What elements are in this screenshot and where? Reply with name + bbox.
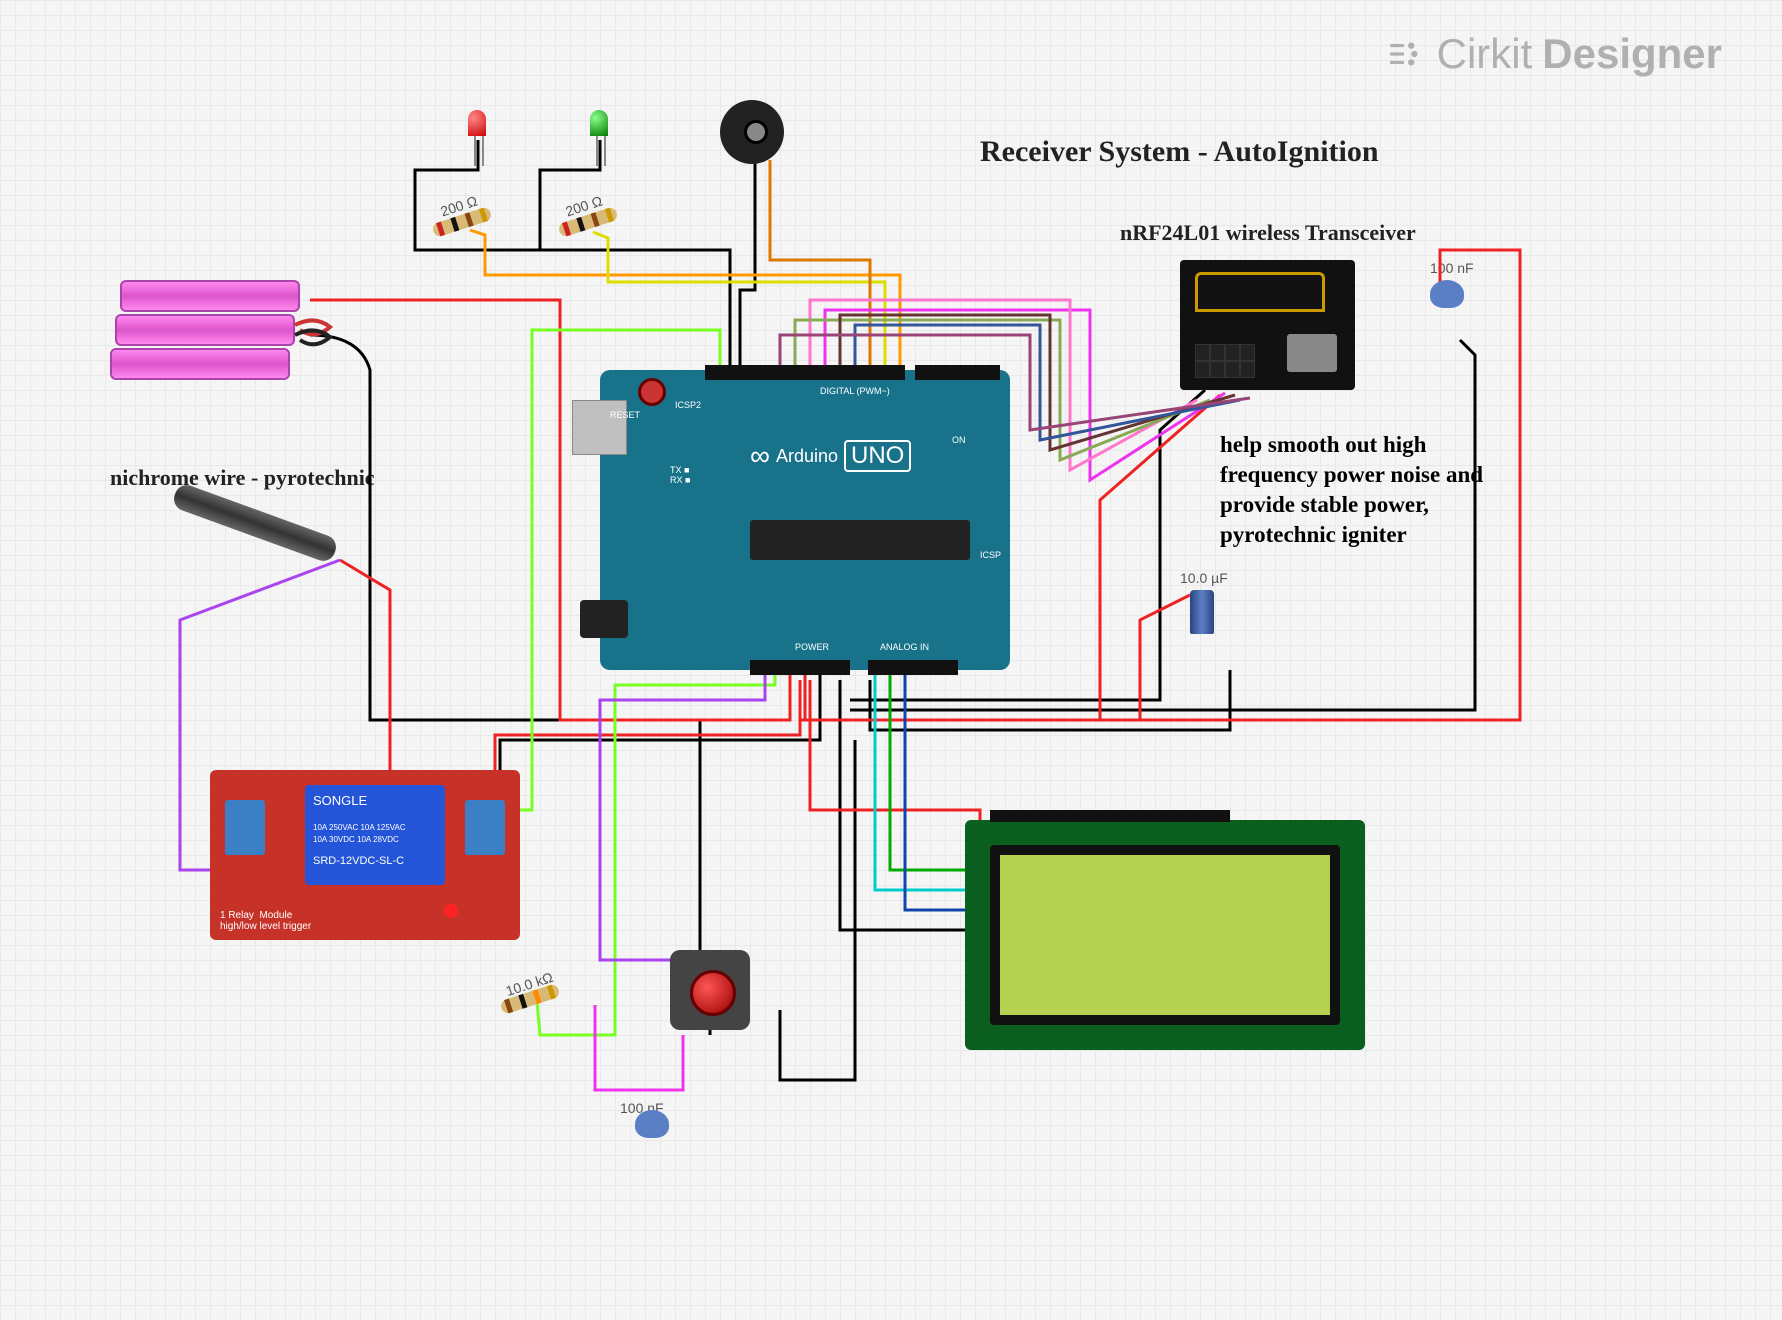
- relay-output-terminal: [225, 800, 265, 855]
- relay-rating2: 10A 30VDC 10A 28VDC: [313, 835, 399, 844]
- arduino-power-jack: [580, 600, 628, 638]
- arduino-digital-label: DIGITAL (PWM~): [820, 386, 890, 396]
- arduino-reset-label: RESET: [610, 410, 640, 420]
- logo-product: Designer: [1542, 30, 1722, 78]
- arduino-on-label: ON: [952, 435, 966, 445]
- relay-coil: SONGLE 10A 250VAC 10A 125VAC 10A 30VDC 1…: [305, 785, 445, 885]
- diagram-title: Receiver System - AutoIgnition: [980, 135, 1379, 169]
- relay-module[interactable]: SONGLE 10A 250VAC 10A 125VAC 10A 30VDC 1…: [210, 770, 520, 940]
- relay-model: SRD-12VDC-SL-C: [313, 855, 404, 867]
- pushbutton[interactable]: [670, 950, 750, 1030]
- arduino-header-digital2: [915, 365, 1000, 380]
- arduino-header-digital: [705, 365, 905, 380]
- relay-desc: 1 Relay Module high/low level trigger: [220, 910, 311, 932]
- buzzer[interactable]: [720, 100, 784, 164]
- arduino-mcu: [750, 520, 970, 560]
- c2-value: 10.0 µF: [1180, 570, 1228, 586]
- nichrome-label: nichrome wire - pyrotechnic: [110, 465, 375, 491]
- logo-brand: Cirkit: [1437, 30, 1533, 78]
- arduino-power-label: POWER: [795, 642, 829, 652]
- nrf24l01-module[interactable]: [1180, 260, 1355, 390]
- arduino-icsp2-label: ICSP2: [675, 400, 701, 410]
- c1-value: 100 nF: [1430, 260, 1474, 276]
- arduino-analog-label: ANALOG IN: [880, 642, 929, 652]
- capacitor-10uf[interactable]: [1190, 590, 1214, 634]
- arduino-reset-button[interactable]: [638, 378, 666, 406]
- arduino-uno[interactable]: ∞ Arduino UNO RESET ICSP2 ICSP TX ■RX ■ …: [600, 370, 1010, 670]
- nrf-antenna-icon: [1195, 272, 1325, 312]
- nrf-chip: [1287, 334, 1337, 372]
- relay-input-terminal: [465, 800, 505, 855]
- led-green-anode: [604, 136, 606, 166]
- app-logo: Cirkit Designer: [1385, 30, 1722, 78]
- relay-brand: SONGLE: [313, 793, 367, 808]
- capacitor-100nf-b[interactable]: [635, 1110, 669, 1138]
- led-red-cathode: [474, 136, 476, 166]
- lcd-header-pins: [990, 810, 1230, 822]
- led-green[interactable]: [590, 110, 608, 136]
- battery-pack[interactable]: [110, 280, 310, 380]
- relay-rating1: 10A 250VAC 10A 125VAC: [313, 823, 406, 832]
- help-text: help smooth out high frequency power noi…: [1220, 430, 1520, 550]
- arduino-txrx: TX ■RX ■: [670, 465, 690, 485]
- arduino-header-power: [750, 660, 850, 675]
- nrf-pin-header: [1195, 344, 1255, 378]
- led-red-anode: [482, 136, 484, 166]
- led-red[interactable]: [468, 110, 486, 136]
- arduino-usb-port: [572, 400, 627, 455]
- capacitor-100nf-a[interactable]: [1430, 280, 1464, 308]
- arduino-icsp-label: ICSP: [980, 550, 1001, 560]
- relay-led-icon: [444, 904, 458, 918]
- lcd-screen: [990, 845, 1340, 1025]
- led-green-cathode: [596, 136, 598, 166]
- arduino-header-analog: [868, 660, 958, 675]
- arduino-brand: ∞ Arduino UNO: [750, 440, 911, 472]
- logo-icon: [1385, 33, 1427, 75]
- lcd-display[interactable]: [965, 820, 1365, 1050]
- nrf-label: nRF24L01 wireless Transceiver: [1120, 220, 1416, 246]
